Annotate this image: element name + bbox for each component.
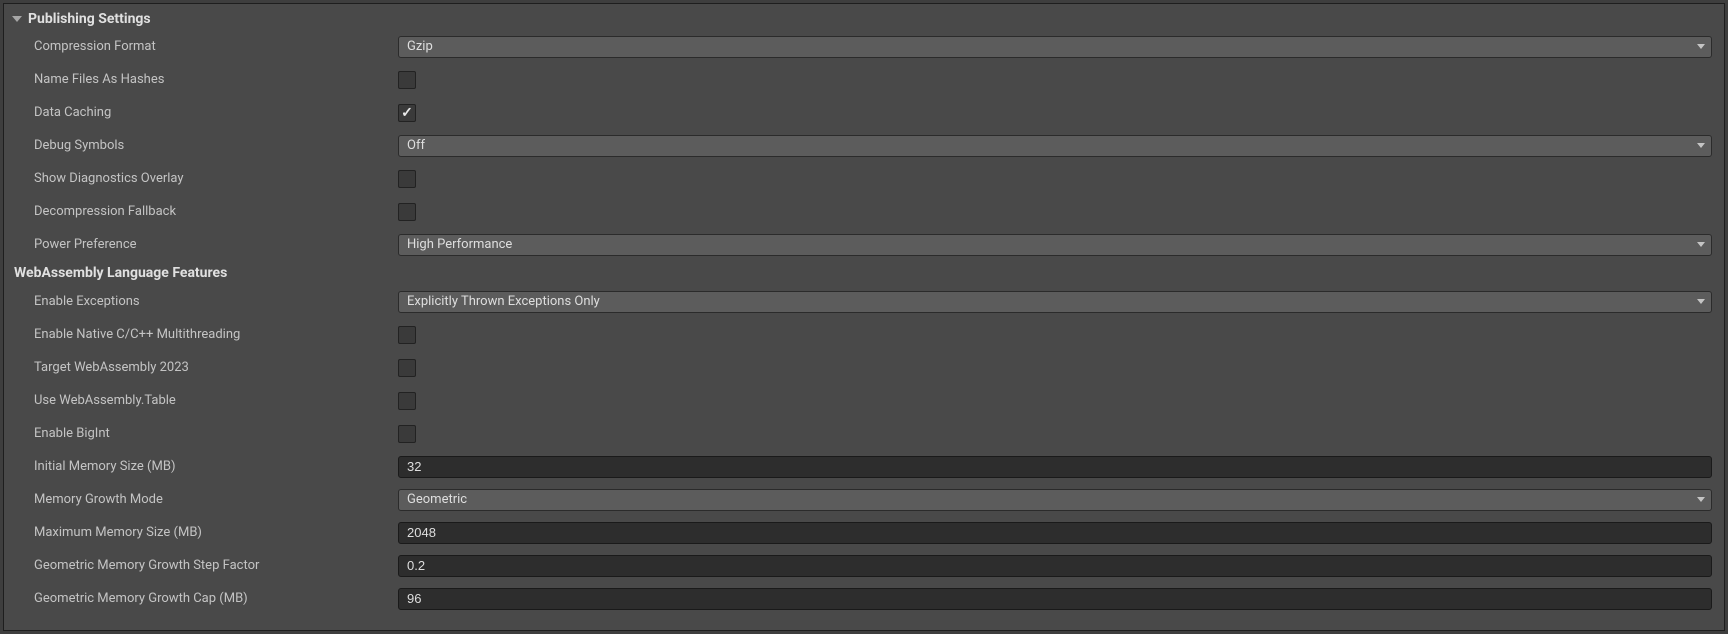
dropdown-arrow-icon — [1697, 242, 1705, 247]
enable-bigint-label: Enable BigInt — [4, 426, 398, 441]
dropdown-value: Geometric — [407, 492, 467, 507]
target-wasm-2023-checkbox[interactable] — [398, 359, 416, 377]
geometric-growth-step-factor-input[interactable] — [398, 555, 1712, 577]
maximum-memory-size-input[interactable] — [398, 522, 1712, 544]
dropdown-arrow-icon — [1697, 143, 1705, 148]
settings-panel: Publishing Settings Compression Format G… — [3, 3, 1725, 631]
enable-native-multithreading-checkbox[interactable] — [398, 326, 416, 344]
data-caching-label: Data Caching — [4, 105, 398, 120]
enable-exceptions-dropdown[interactable]: Explicitly Thrown Exceptions Only — [398, 291, 1712, 313]
dropdown-value: Explicitly Thrown Exceptions Only — [407, 294, 600, 309]
dropdown-arrow-icon — [1697, 497, 1705, 502]
dropdown-value: Off — [407, 138, 425, 153]
wasm-language-features-header: WebAssembly Language Features — [4, 261, 1724, 285]
use-wasm-table-label: Use WebAssembly.Table — [4, 393, 398, 408]
geometric-growth-cap-label: Geometric Memory Growth Cap (MB) — [4, 591, 398, 606]
debug-symbols-label: Debug Symbols — [4, 138, 398, 153]
maximum-memory-size-label: Maximum Memory Size (MB) — [4, 525, 398, 540]
dropdown-value: Gzip — [407, 39, 433, 54]
debug-symbols-dropdown[interactable]: Off — [398, 135, 1712, 157]
initial-memory-size-label: Initial Memory Size (MB) — [4, 459, 398, 474]
use-wasm-table-checkbox[interactable] — [398, 392, 416, 410]
name-files-as-hashes-label: Name Files As Hashes — [4, 72, 398, 87]
power-preference-label: Power Preference — [4, 237, 398, 252]
foldout-arrow-down-icon — [12, 16, 22, 22]
compression-format-dropdown[interactable]: Gzip — [398, 36, 1712, 58]
initial-memory-size-input[interactable] — [398, 456, 1712, 478]
section-title: Publishing Settings — [28, 11, 151, 27]
decompression-fallback-checkbox[interactable] — [398, 203, 416, 221]
show-diagnostics-overlay-label: Show Diagnostics Overlay — [4, 171, 398, 186]
geometric-growth-cap-input[interactable] — [398, 588, 1712, 610]
memory-growth-mode-dropdown[interactable]: Geometric — [398, 489, 1712, 511]
dropdown-value: High Performance — [407, 237, 512, 252]
dropdown-arrow-icon — [1697, 44, 1705, 49]
decompression-fallback-label: Decompression Fallback — [4, 204, 398, 219]
enable-exceptions-label: Enable Exceptions — [4, 294, 398, 309]
enable-native-multithreading-label: Enable Native C/C++ Multithreading — [4, 327, 398, 342]
compression-format-label: Compression Format — [4, 39, 398, 54]
geometric-growth-step-factor-label: Geometric Memory Growth Step Factor — [4, 558, 398, 573]
memory-growth-mode-label: Memory Growth Mode — [4, 492, 398, 507]
name-files-as-hashes-checkbox[interactable] — [398, 71, 416, 89]
target-wasm-2023-label: Target WebAssembly 2023 — [4, 360, 398, 375]
enable-bigint-checkbox[interactable] — [398, 425, 416, 443]
dropdown-arrow-icon — [1697, 299, 1705, 304]
show-diagnostics-overlay-checkbox[interactable] — [398, 170, 416, 188]
data-caching-checkbox[interactable] — [398, 104, 416, 122]
publishing-settings-header[interactable]: Publishing Settings — [4, 8, 1724, 30]
power-preference-dropdown[interactable]: High Performance — [398, 234, 1712, 256]
